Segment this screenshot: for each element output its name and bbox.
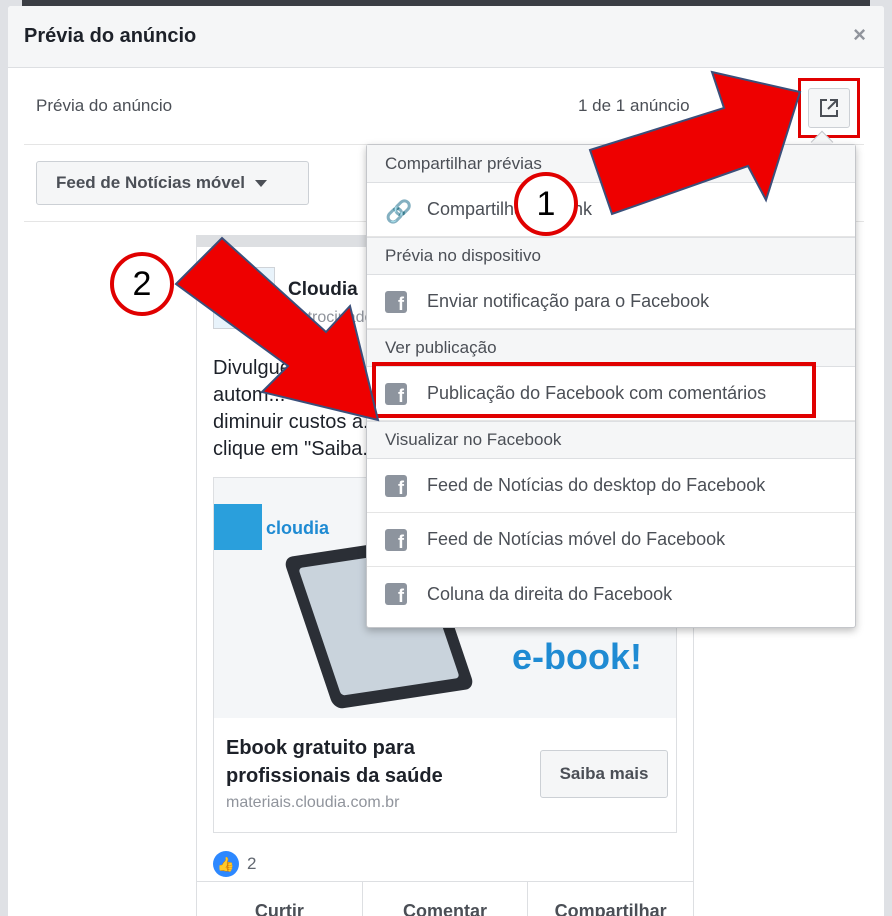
step-1-callout: 1 xyxy=(514,172,578,236)
arrow-2 xyxy=(174,236,380,422)
annotation-arrows xyxy=(174,70,802,422)
arrow-1 xyxy=(588,70,802,216)
step-2-callout: 2 xyxy=(110,252,174,316)
